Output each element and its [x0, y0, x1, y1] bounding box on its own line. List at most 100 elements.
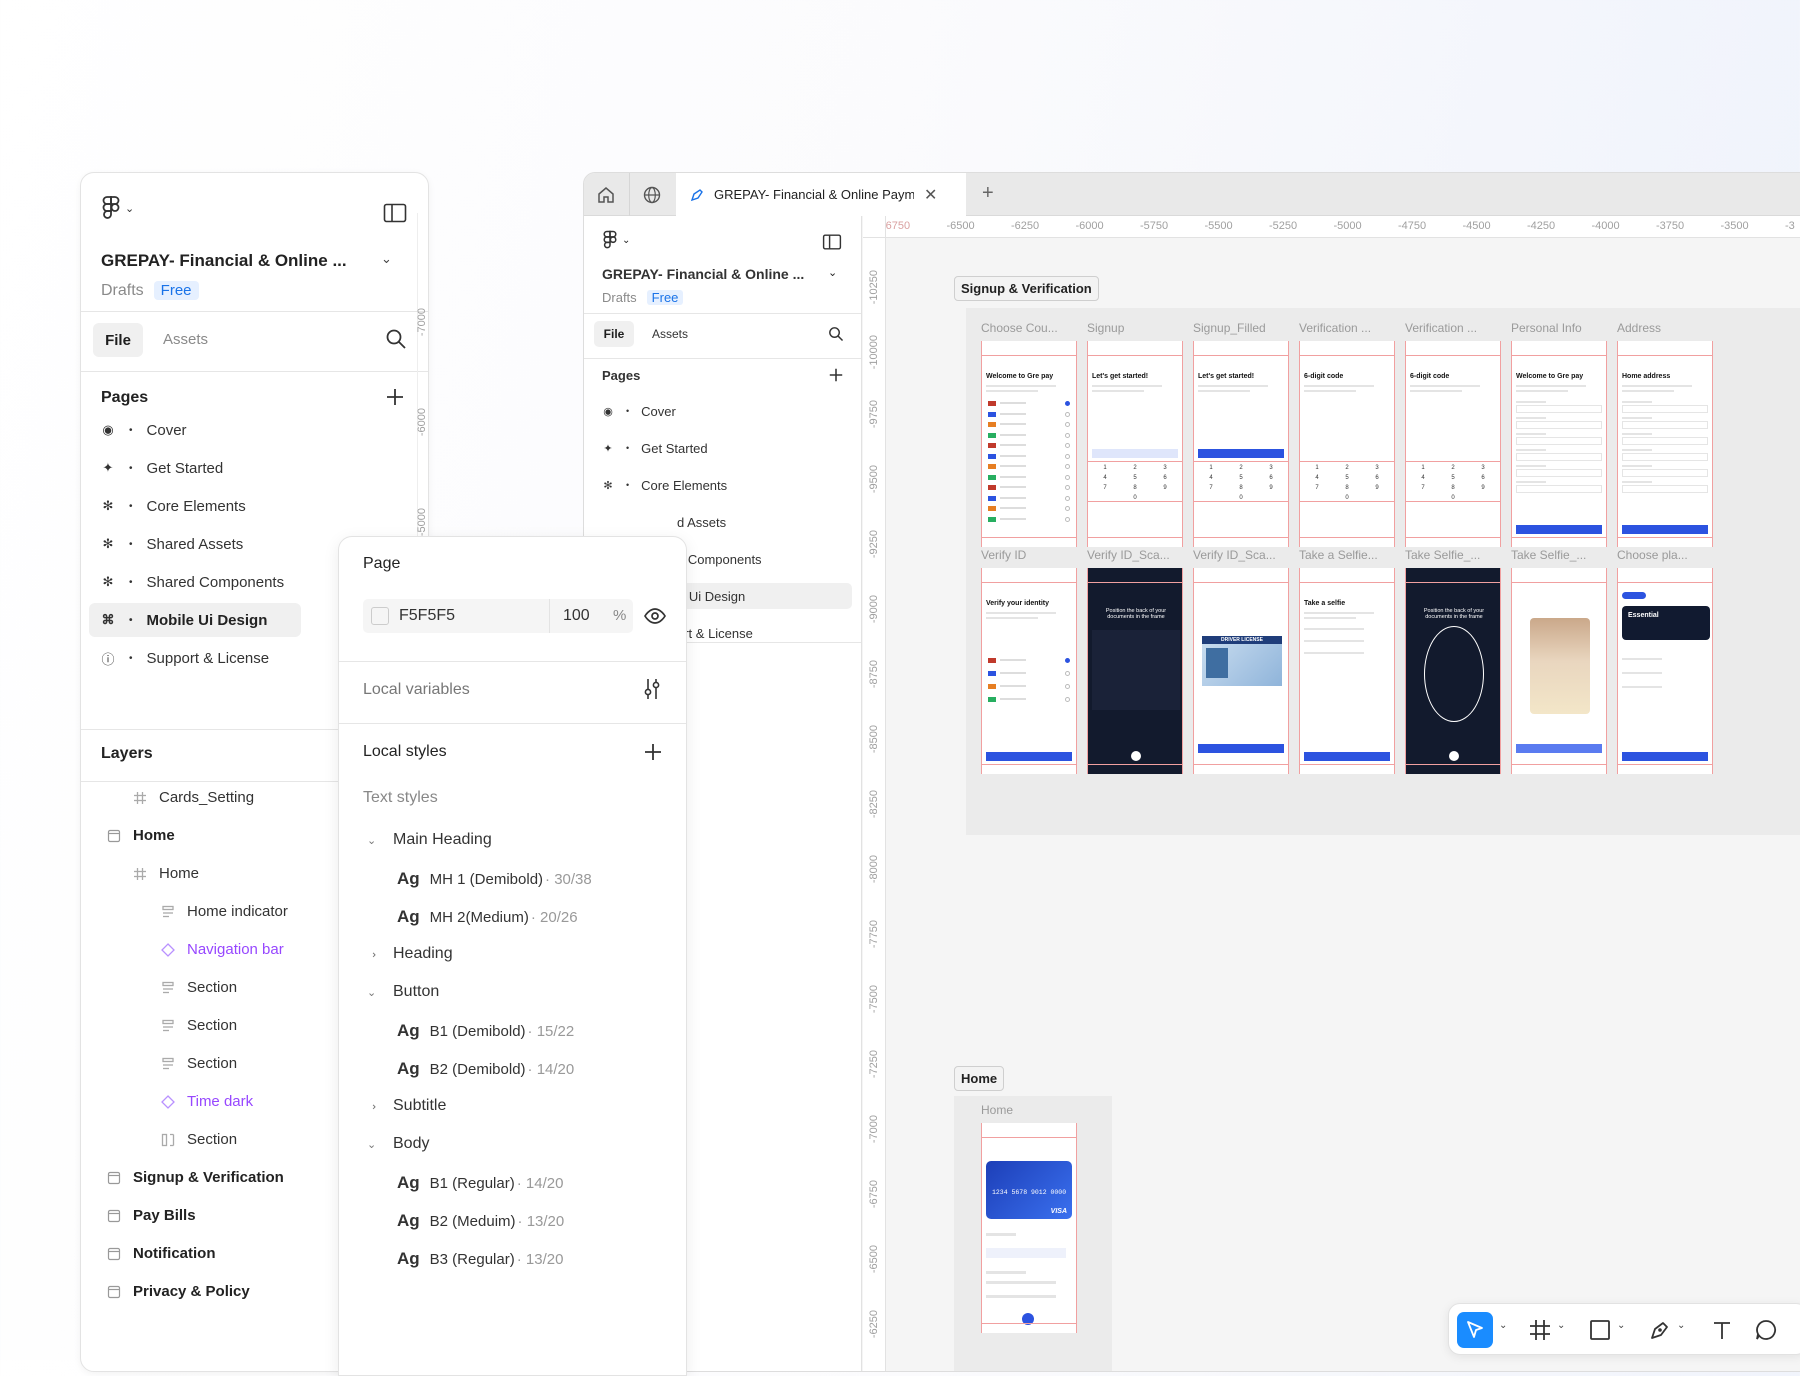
- phone-frame[interactable]: Welcome to Gre pay: [981, 341, 1077, 547]
- page-item[interactable]: ⌘ • Mobile Ui Design: [89, 603, 301, 637]
- layer-item[interactable]: Signup & Verification: [107, 1169, 284, 1186]
- sidebar-toggle-icon[interactable]: [822, 234, 842, 250]
- pen-tool-icon[interactable]: [1649, 1319, 1671, 1341]
- sidebar-toggle-icon[interactable]: [383, 203, 407, 223]
- style-group[interactable]: ⌄ Body: [367, 1135, 429, 1153]
- chevron-down-icon[interactable]: ⌄: [381, 251, 392, 267]
- layer-item[interactable]: Privacy & Policy: [107, 1283, 250, 1300]
- layer-item[interactable]: Section: [161, 1055, 237, 1072]
- credit-card[interactable]: 1234 5678 9012 0000 VISA: [986, 1161, 1072, 1219]
- phone-frame[interactable]: Position the back of your documents in t…: [1087, 568, 1183, 774]
- phone-frame[interactable]: [1511, 568, 1607, 774]
- phone-frame[interactable]: 6-digit code 1 2 3 4 5 6 7 8 9 0: [1299, 341, 1395, 547]
- phone-frame[interactable]: 6-digit code 1 2 3 4 5 6 7 8 9 0: [1405, 341, 1501, 547]
- style-group[interactable]: ⌄ Heading: [367, 945, 453, 963]
- text-tool-icon[interactable]: [1711, 1319, 1733, 1341]
- frame-title[interactable]: Take a Selfie...: [1299, 548, 1399, 562]
- page-item[interactable]: d Assets: [677, 509, 847, 535]
- layer-item[interactable]: Navigation bar: [161, 941, 284, 958]
- section-label[interactable]: Home: [954, 1066, 1005, 1091]
- phone-frame[interactable]: Let's get started! 1 2 3 4 5 6 7 8 9 0: [1087, 341, 1183, 547]
- variables-settings-icon[interactable]: [641, 677, 663, 701]
- chevron-down-icon[interactable]: ⌄: [1499, 1320, 1507, 1331]
- page-item[interactable]: d Components: [677, 546, 847, 572]
- add-page-icon[interactable]: [386, 388, 404, 406]
- frame-title[interactable]: Personal Info: [1511, 321, 1611, 335]
- layer-item[interactable]: Time dark: [161, 1093, 253, 1110]
- local-variables-row[interactable]: Local variables: [363, 681, 470, 699]
- opacity-value[interactable]: 100: [563, 607, 590, 625]
- new-tab-icon[interactable]: +: [982, 182, 994, 205]
- file-title[interactable]: GREPAY- Financial & Online ...: [602, 266, 804, 282]
- search-icon[interactable]: [828, 326, 844, 342]
- frame-title[interactable]: Choose Cou...: [981, 321, 1081, 335]
- add-page-icon[interactable]: [829, 368, 843, 382]
- frame-title[interactable]: Signup: [1087, 321, 1187, 335]
- text-style-item[interactable]: Ag B1 (Regular) · 14/20: [397, 1173, 563, 1193]
- layer-item[interactable]: Section: [161, 1131, 237, 1148]
- tab-file[interactable]: File: [594, 321, 634, 347]
- layer-item[interactable]: Notification: [107, 1245, 216, 1262]
- page-item[interactable]: ⓘ • Support & License: [89, 641, 379, 675]
- text-style-item[interactable]: Ag B3 (Regular) · 13/20: [397, 1249, 563, 1269]
- phone-frame[interactable]: DRIVER LICENSE: [1193, 568, 1289, 774]
- chevron-down-icon[interactable]: ⌄: [1557, 1320, 1565, 1331]
- page-item[interactable]: ✦ • Get Started: [89, 451, 379, 485]
- globe-icon[interactable]: [642, 185, 662, 205]
- frame-title[interactable]: Choose pla...: [1617, 548, 1717, 562]
- add-style-icon[interactable]: [644, 743, 662, 761]
- phone-frame[interactable]: Essential: [1617, 568, 1713, 774]
- text-style-item[interactable]: Ag B1 (Demibold) · 15/22: [397, 1021, 574, 1041]
- frame-title[interactable]: Verification ...: [1405, 321, 1505, 335]
- rectangle-tool-icon[interactable]: [1589, 1319, 1611, 1341]
- home-icon[interactable]: [596, 185, 616, 205]
- move-tool-button[interactable]: [1457, 1312, 1493, 1348]
- frame-title[interactable]: Verify ID_Sca...: [1193, 548, 1293, 562]
- layer-item[interactable]: Section: [161, 979, 237, 996]
- frame-title[interactable]: Signup_Filled: [1193, 321, 1293, 335]
- color-swatch[interactable]: [371, 607, 389, 625]
- file-title[interactable]: GREPAY- Financial & Online ...: [101, 251, 347, 271]
- page-item[interactable]: ✻ • Shared Assets: [89, 527, 379, 561]
- text-style-item[interactable]: Ag MH 1 (Demibold) · 30/38: [397, 869, 592, 889]
- layer-item[interactable]: Section: [161, 1017, 237, 1034]
- color-hex-value[interactable]: F5F5F5: [399, 607, 455, 625]
- layer-item[interactable]: Pay Bills: [107, 1207, 196, 1224]
- tab-file[interactable]: File: [93, 323, 143, 357]
- frame-title[interactable]: Take Selfie_...: [1511, 548, 1611, 562]
- page-item[interactable]: ✻ • Core Elements: [602, 472, 842, 498]
- phone-frame[interactable]: Home address: [1617, 341, 1713, 547]
- text-style-item[interactable]: Ag B2 (Demibold) · 14/20: [397, 1059, 574, 1079]
- text-style-item[interactable]: Ag B2 (Meduim) · 13/20: [397, 1211, 564, 1231]
- page-item[interactable]: ✦ • Get Started: [602, 435, 842, 461]
- layer-item[interactable]: Home indicator: [161, 903, 288, 920]
- phone-frame[interactable]: Let's get started! 1 2 3 4 5 6 7 8 9 0: [1193, 341, 1289, 547]
- phone-frame[interactable]: Position the back of your documents in t…: [1405, 568, 1501, 774]
- figma-menu-button[interactable]: ⌄: [602, 230, 630, 250]
- phone-frame[interactable]: Take a selfie: [1299, 568, 1395, 774]
- frame-title[interactable]: Take Selfie_...: [1405, 548, 1505, 562]
- frame-title[interactable]: Verify ID: [981, 548, 1081, 562]
- chevron-down-icon[interactable]: ⌄: [1617, 1320, 1625, 1331]
- frame-tool-icon[interactable]: [1529, 1319, 1551, 1341]
- active-tab[interactable]: GREPAY- Financial & Online Paym ✕: [676, 173, 966, 216]
- tab-assets[interactable]: Assets: [652, 327, 688, 341]
- visibility-eye-icon[interactable]: [644, 605, 666, 627]
- style-group[interactable]: ⌄ Main Heading: [367, 831, 492, 849]
- phone-frame[interactable]: Verify your identity: [981, 568, 1077, 774]
- tab-assets[interactable]: Assets: [163, 331, 208, 348]
- text-style-item[interactable]: Ag MH 2(Medium) · 20/26: [397, 907, 578, 927]
- background-color-field[interactable]: F5F5F5 100 %: [363, 599, 633, 633]
- phone-frame[interactable]: Welcome to Gre pay: [1511, 341, 1607, 547]
- layer-item[interactable]: Cards_Setting: [133, 789, 254, 806]
- style-group[interactable]: ⌄ Button: [367, 983, 439, 1001]
- page-item[interactable]: e Ui Design: [672, 583, 852, 609]
- page-item[interactable]: ✻ • Core Elements: [89, 489, 379, 523]
- layer-item[interactable]: Home: [107, 827, 175, 844]
- page-item[interactable]: ◉ • Cover: [89, 413, 379, 447]
- home-phone-frame[interactable]: 1234 5678 9012 0000 VISA: [981, 1123, 1077, 1333]
- frame-title[interactable]: Address: [1617, 321, 1717, 335]
- drafts-label[interactable]: Drafts: [602, 290, 637, 305]
- page-item[interactable]: ✻ • Shared Components: [89, 565, 379, 599]
- layer-item[interactable]: Home: [133, 865, 199, 882]
